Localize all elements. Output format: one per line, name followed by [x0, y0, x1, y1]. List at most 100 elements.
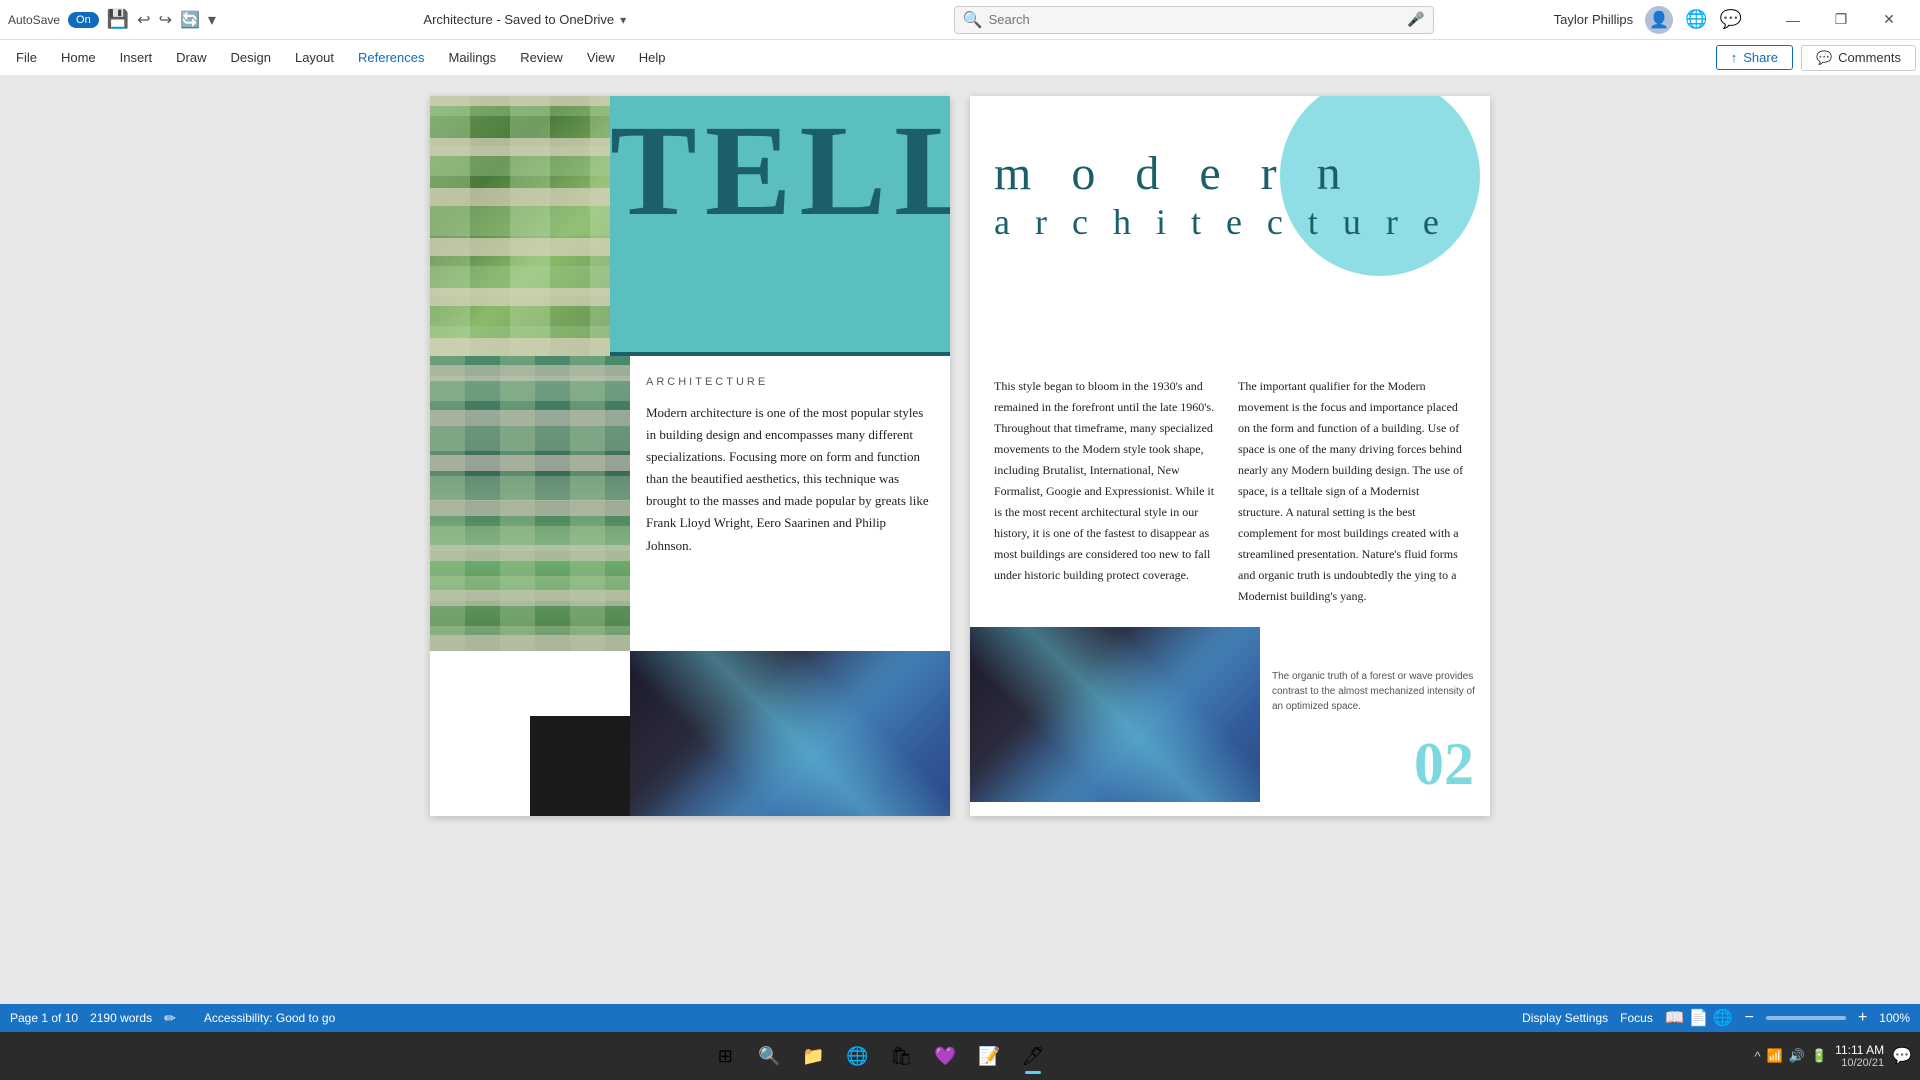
tray-volume[interactable]: 🔊 [1789, 1048, 1805, 1064]
undo-icon[interactable]: ↩ [137, 10, 150, 30]
menu-home[interactable]: Home [49, 44, 108, 71]
bottom-caption-area: The organic truth of a forest or wave pr… [1260, 627, 1490, 802]
page-right: m o d e r n a r c h i t e c t u r e This… [970, 96, 1490, 816]
tray-network[interactable]: 📶 [1767, 1048, 1783, 1064]
building-photo [430, 96, 630, 356]
share-icon: ↑ [1731, 50, 1738, 65]
tray-chevron[interactable]: ^ [1754, 1049, 1760, 1064]
menu-help[interactable]: Help [627, 44, 678, 71]
menu-draw[interactable]: Draw [164, 44, 218, 71]
user-name: Taylor Phillips [1554, 12, 1633, 27]
modern-title: m o d e r n a r c h i t e c t u r e [994, 146, 1466, 243]
titlebar-right: Taylor Phillips 👤 🌐 💬 — ❐ ✕ [1554, 5, 1912, 35]
menu-mailings[interactable]: Mailings [437, 44, 509, 71]
zoom-out-button[interactable]: − [1745, 1009, 1754, 1027]
page-left-bottom [430, 651, 950, 816]
restore-button[interactable]: ❐ [1818, 5, 1864, 35]
page-info: Page 1 of 10 [10, 1011, 78, 1025]
avatar: 👤 [1645, 6, 1673, 34]
titlebar: AutoSave On 💾 ↩ ↪ 🔄 ▾ Architecture - Sav… [0, 0, 1920, 40]
arch-body: Modern architecture is one of the most p… [646, 402, 934, 557]
window-controls: — ❐ ✕ [1770, 5, 1912, 35]
search-input[interactable] [989, 12, 1402, 27]
taskbar-edge[interactable]: 🌐 [837, 1036, 877, 1076]
notification-icon[interactable]: 💬 [1892, 1046, 1912, 1066]
arch-label: ARCHITECTURE [646, 376, 934, 388]
statusbar: Page 1 of 10 2190 words ✏ Accessibility:… [0, 1004, 1920, 1032]
bottom-architecture-image [970, 627, 1260, 802]
search-bar[interactable]: 🔍 🎤 [954, 6, 1434, 34]
status-right: Display Settings Focus 📖 📄 🌐 − + 100% [1522, 1008, 1910, 1028]
comments-button[interactable]: 💬 Comments [1801, 45, 1916, 71]
taskbar-word[interactable]: 🖊 [1013, 1036, 1053, 1076]
autosave-state: On [76, 14, 91, 26]
focus-button[interactable]: Focus [1620, 1011, 1653, 1025]
track-changes-icon[interactable]: ✏ [164, 1010, 176, 1027]
search-icon: 🔍 [963, 10, 983, 30]
taskbar-store[interactable]: 🛍 [881, 1036, 921, 1076]
bottom-white-area [430, 651, 630, 816]
taskbar: ⊞ 🔍 📁 🌐 🛍 💜 📝 🖊 ^ 📶 🔊 🔋 11:11 AM 10/20/2… [0, 1032, 1920, 1080]
menu-insert[interactable]: Insert [108, 44, 165, 71]
system-tray: ^ 📶 🔊 🔋 [1754, 1048, 1827, 1064]
taskbar-start[interactable]: ⊞ [705, 1036, 745, 1076]
taskbar-search[interactable]: 🔍 [749, 1036, 789, 1076]
date-display: 10/20/21 [1835, 1057, 1884, 1069]
more-icon[interactable]: ▾ [208, 10, 216, 30]
zoom-slider[interactable] [1766, 1016, 1846, 1020]
print-view-icon[interactable]: 📄 [1689, 1008, 1709, 1028]
modern-line1: m o d e r n [994, 146, 1466, 201]
global-icon[interactable]: 🌐 [1685, 9, 1707, 30]
menu-references[interactable]: References [346, 44, 436, 71]
menubar: File Home Insert Draw Design Layout Refe… [0, 40, 1920, 76]
read-view-icon[interactable]: 📖 [1665, 1008, 1685, 1028]
menu-view[interactable]: View [575, 44, 627, 71]
column-2-text: The important qualifier for the Modern m… [1238, 376, 1466, 607]
autosave-label: AutoSave [8, 13, 60, 27]
save-icon[interactable]: 💾 [107, 9, 129, 30]
redo-icon[interactable]: ↪ [159, 10, 172, 30]
taskbar-right: ^ 📶 🔊 🔋 11:11 AM 10/20/21 💬 [1754, 1043, 1912, 1069]
page-left-content: ARCHITECTURE Modern architecture is one … [430, 356, 950, 651]
page-left: TELL ARCHITECTURE Modern architecture is… [430, 96, 950, 816]
page-left-top: TELL [430, 96, 950, 356]
pages-container: TELL ARCHITECTURE Modern architecture is… [430, 96, 1490, 816]
left-image-strip [430, 356, 630, 651]
zoom-in-button[interactable]: + [1858, 1009, 1867, 1027]
page-right-top: m o d e r n a r c h i t e c t u r e [970, 96, 1490, 356]
doc-title: Architecture - Saved to OneDrive [423, 12, 614, 27]
accessibility-status[interactable]: Accessibility: Good to go [204, 1011, 335, 1025]
web-view-icon[interactable]: 🌐 [1713, 1008, 1733, 1028]
mic-icon[interactable]: 🎤 [1407, 11, 1424, 28]
taskbar-teams[interactable]: 💜 [925, 1036, 965, 1076]
menu-design[interactable]: Design [219, 44, 283, 71]
column-1-text: This style began to bloom in the 1930's … [994, 376, 1222, 607]
image-caption: The organic truth of a forest or wave pr… [1272, 669, 1478, 714]
zoom-level: 100% [1879, 1011, 1910, 1025]
horizontal-divider [610, 352, 950, 356]
time-display: 11:11 AM [1835, 1043, 1884, 1057]
comments-label: Comments [1838, 50, 1901, 65]
avatar-image: 👤 [1649, 10, 1669, 30]
feedback-icon[interactable]: 💬 [1720, 9, 1742, 30]
main-area: TELL ARCHITECTURE Modern architecture is… [0, 76, 1920, 1004]
menu-review[interactable]: Review [508, 44, 575, 71]
autosave-toggle[interactable]: On [68, 12, 99, 28]
taskbar-files[interactable]: 📁 [793, 1036, 833, 1076]
page-number: 02 [1414, 734, 1474, 794]
share-button[interactable]: ↑ Share [1716, 45, 1793, 70]
menu-file[interactable]: File [4, 44, 49, 71]
bottom-arch-image [630, 651, 950, 816]
titlebar-center: Architecture - Saved to OneDrive ▾ [216, 12, 834, 27]
share-label: Share [1743, 50, 1778, 65]
doc-title-dropdown-icon[interactable]: ▾ [620, 13, 626, 27]
minimize-button[interactable]: — [1770, 5, 1816, 35]
clock[interactable]: 11:11 AM 10/20/21 [1835, 1043, 1884, 1069]
taskbar-notes[interactable]: 📝 [969, 1036, 1009, 1076]
menu-layout[interactable]: Layout [283, 44, 346, 71]
black-shape [530, 716, 630, 816]
autosave-icon[interactable]: 🔄 [180, 10, 200, 30]
tray-battery[interactable]: 🔋 [1811, 1048, 1827, 1064]
close-button[interactable]: ✕ [1866, 5, 1912, 35]
display-settings-button[interactable]: Display Settings [1522, 1011, 1608, 1025]
